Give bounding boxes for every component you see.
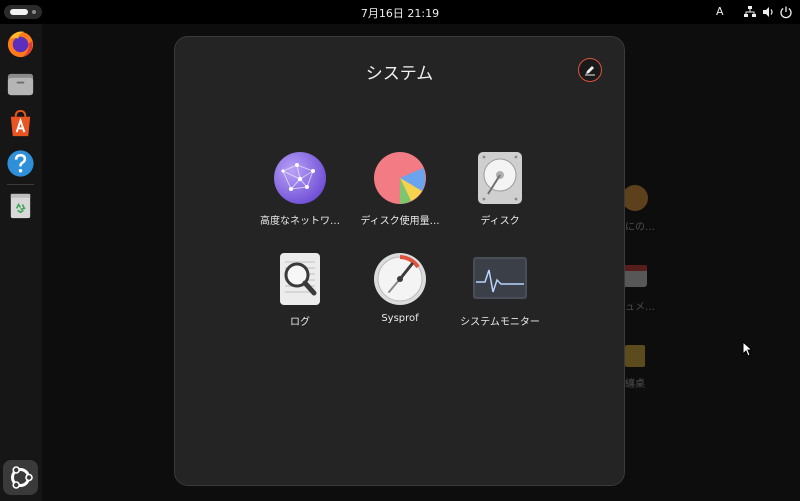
- app-tile-logs[interactable]: ログ: [245, 252, 355, 346]
- app-label: システムモニター: [460, 317, 540, 328]
- app-tile-system-monitor[interactable]: システムモニター: [445, 252, 555, 346]
- network-icon[interactable]: [743, 5, 757, 19]
- volume-icon[interactable]: [761, 5, 775, 19]
- app-label: 高度なネットワ…: [260, 216, 340, 227]
- background-label: にの…: [625, 222, 655, 233]
- dock: [0, 24, 42, 501]
- desktop: 7月16日 21:19 A にの… ュメ… 纏桌 システム 高度なネットワ… デ…: [0, 0, 800, 501]
- files-icon[interactable]: [5, 68, 36, 99]
- help-icon[interactable]: [5, 148, 36, 179]
- disks-icon: [473, 151, 527, 205]
- app-tile-sysprof[interactable]: Sysprof: [345, 252, 455, 346]
- clock[interactable]: 7月16日 21:19: [0, 5, 800, 21]
- logs-icon: [273, 252, 327, 306]
- app-label: ディスク: [480, 216, 520, 227]
- app-label: Sysprof: [381, 313, 419, 324]
- folder-title[interactable]: システム: [175, 59, 624, 84]
- firefox-icon[interactable]: [5, 28, 36, 59]
- app-folder-dialog: システム 高度なネットワ… ディスク使用量… ディスク ログ Sysprof シ…: [174, 36, 625, 486]
- app-label: ディスク使用量…: [360, 216, 440, 227]
- sysprof-icon: [373, 252, 427, 306]
- system-monitor-icon: [473, 252, 527, 306]
- advanced-network-icon: [273, 151, 327, 205]
- app-label: ログ: [290, 317, 310, 328]
- edit-icon: [585, 66, 595, 76]
- app-tile-advanced-network[interactable]: 高度なネットワ…: [245, 151, 355, 245]
- show-apps-button[interactable]: [3, 460, 38, 495]
- app-tile-disk-usage[interactable]: ディスク使用量…: [345, 151, 455, 245]
- background-label: 纏桌: [625, 379, 645, 390]
- top-bar: 7月16日 21:19 A: [0, 0, 800, 24]
- mouse-cursor: [742, 340, 754, 357]
- dock-separator: [7, 184, 34, 185]
- background-app-icon: [624, 344, 646, 368]
- trash-icon[interactable]: [5, 190, 36, 221]
- rename-folder-button[interactable]: [578, 58, 602, 82]
- power-icon[interactable]: [779, 5, 793, 19]
- background-label: ュメ…: [625, 302, 655, 313]
- app-tile-disks[interactable]: ディスク: [445, 151, 555, 245]
- input-method-indicator[interactable]: A: [716, 5, 724, 18]
- ubuntu-logo-icon: [11, 466, 33, 489]
- background-app-icon: [622, 262, 648, 288]
- disk-usage-icon: [373, 151, 427, 205]
- app-center-icon[interactable]: [5, 108, 36, 139]
